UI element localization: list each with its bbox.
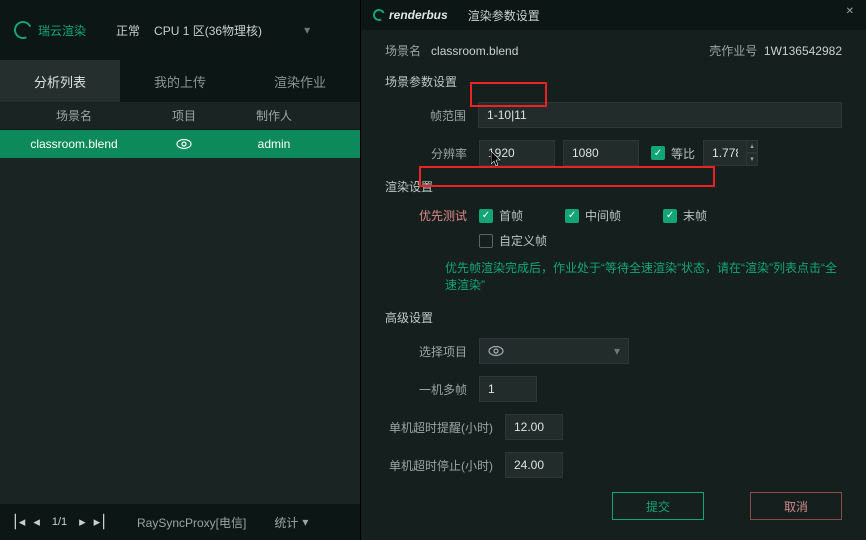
tab-analysis-list[interactable]: 分析列表	[0, 60, 120, 102]
scene-label: 场景名	[385, 44, 421, 58]
logo-text: 瑞云渲染	[38, 22, 86, 39]
chevron-down-icon: ▾	[614, 344, 620, 358]
row-remind: 单机超时提醒(小时)	[385, 414, 842, 440]
frame-range-input[interactable]	[478, 102, 842, 128]
cpu-zone-selector[interactable]: 正常 CPU 1 区(36物理核) ▾	[116, 16, 310, 45]
pager-last-icon[interactable]: ▸⎮	[94, 514, 107, 530]
remind-input[interactable]	[505, 414, 563, 440]
resolution-height-input[interactable]	[563, 140, 639, 166]
frame-range-label: 帧范围	[385, 107, 478, 124]
resolution-width-input[interactable]	[479, 140, 555, 166]
scene-name: classroom.blend	[431, 44, 518, 58]
pager-first-icon[interactable]: ⎮◂	[12, 514, 25, 530]
section-render: 渲染设置	[385, 178, 842, 195]
column-project: 项目	[144, 107, 224, 124]
tab-render-jobs[interactable]: 渲染作业	[240, 60, 360, 102]
section-scene-params: 场景参数设置	[385, 73, 842, 90]
scene-info: 场景名 classroom.blend 壳作业号 1W136542982	[385, 42, 842, 59]
render-settings-panel: renderbus 渲染参数设置 ✕ 场景名 classroom.blend 壳…	[360, 0, 866, 540]
panel-actions: 提交 取消	[612, 492, 842, 520]
stats-label: 统计	[274, 514, 298, 531]
row-select-project: 选择项目 ▾	[385, 338, 842, 364]
panel-body: 场景名 classroom.blend 壳作业号 1W136542982 场景参…	[361, 30, 866, 540]
section-advanced: 高级设置	[385, 309, 842, 326]
checkbox-icon	[479, 234, 493, 248]
custom-frame-option[interactable]: 自定义帧	[479, 232, 547, 249]
logo-icon	[11, 18, 34, 41]
ratio-down-icon[interactable]: ▾	[746, 153, 758, 166]
select-project-label: 选择项目	[385, 343, 479, 360]
panel-header: renderbus 渲染参数设置	[361, 0, 866, 30]
pager: ⎮◂ ◂ 1/1 ▸ ▸⎮	[0, 514, 107, 530]
job-id: 1W136542982	[764, 44, 842, 58]
tab-my-uploads[interactable]: 我的上传	[120, 60, 240, 102]
ratio-up-icon[interactable]: ▴	[746, 140, 758, 153]
left-footer: ⎮◂ ◂ 1/1 ▸ ▸⎮ RaySyncProxy[电信] 统计 ▾	[0, 504, 360, 540]
logo-icon	[371, 7, 386, 22]
pager-prev-icon[interactable]: ◂	[33, 514, 40, 530]
last-frame-option[interactable]: ✓末帧	[663, 207, 707, 224]
select-project-dropdown[interactable]: ▾	[479, 338, 629, 364]
pager-value: 1/1	[52, 516, 67, 528]
mid-frame-option[interactable]: ✓中间帧	[565, 207, 621, 224]
multiframe-label: 一机多帧	[385, 381, 479, 398]
row-resolution: 分辨率 ✓ 等比 ▴ ▾	[385, 140, 842, 166]
stop-input[interactable]	[505, 452, 563, 478]
ratio-spinner: ▴ ▾	[746, 140, 758, 166]
cell-project	[144, 138, 224, 150]
column-maker: 制作人	[224, 107, 324, 124]
checkbox-icon: ✓	[663, 209, 677, 223]
eye-icon	[176, 138, 192, 150]
multiframe-input[interactable]	[479, 376, 537, 402]
column-scene: 场景名	[4, 107, 144, 124]
ratio-label: 等比	[671, 145, 695, 162]
ratio-checkbox[interactable]: ✓	[651, 146, 665, 160]
cell-maker: admin	[224, 137, 324, 151]
priority-hint: 优先帧渲染完成后，作业处于“等待全速渲染”状态，请在“渲染”列表点击“全速渲染”	[445, 259, 842, 293]
table-header: 场景名 项目 制作人	[0, 102, 360, 130]
resolution-label: 分辨率	[385, 145, 479, 162]
left-header: 瑞云渲染 正常 CPU 1 区(36物理核) ▾	[0, 0, 360, 60]
proxy-label: RaySyncProxy[电信]	[137, 514, 246, 531]
first-frame-option[interactable]: ✓首帧	[479, 207, 523, 224]
panel-brand: renderbus	[373, 8, 448, 22]
app-logo: 瑞云渲染	[14, 21, 86, 39]
priority-label: 优先测试	[385, 207, 479, 224]
table-row[interactable]: classroom.blend admin	[0, 130, 360, 158]
cpu-zone-value: CPU 1 区(36物理核)	[148, 16, 290, 45]
eye-icon	[488, 345, 504, 357]
stop-label: 单机超时停止(小时)	[385, 457, 505, 474]
pager-next-icon[interactable]: ▸	[79, 514, 86, 530]
cell-scene: classroom.blend	[4, 137, 144, 151]
chevron-down-icon: ▾	[304, 23, 310, 37]
row-frame-range: 帧范围	[385, 102, 842, 128]
submit-button[interactable]: 提交	[612, 492, 704, 520]
row-multiframe: 一机多帧	[385, 376, 842, 402]
status-label: 正常	[116, 22, 140, 39]
remind-label: 单机超时提醒(小时)	[385, 419, 505, 436]
job-label: 壳作业号	[709, 44, 757, 58]
checkbox-icon: ✓	[479, 209, 493, 223]
row-stop: 单机超时停止(小时)	[385, 452, 842, 478]
panel-title: 渲染参数设置	[468, 7, 540, 24]
chevron-down-icon: ▾	[302, 515, 308, 529]
row-custom-frame: 自定义帧	[385, 232, 842, 249]
main-tabs: 分析列表 我的上传 渲染作业	[0, 60, 360, 102]
close-icon[interactable]: ✕	[840, 0, 860, 23]
left-panel: 瑞云渲染 正常 CPU 1 区(36物理核) ▾ 分析列表 我的上传 渲染作业 …	[0, 0, 360, 540]
brand-text: renderbus	[389, 8, 448, 22]
stats-dropdown[interactable]: 统计 ▾	[274, 514, 308, 531]
checkbox-icon: ✓	[565, 209, 579, 223]
row-priority: 优先测试 ✓首帧 ✓中间帧 ✓末帧	[385, 207, 842, 224]
ratio-input[interactable]	[703, 140, 747, 166]
cancel-button[interactable]: 取消	[750, 492, 842, 520]
